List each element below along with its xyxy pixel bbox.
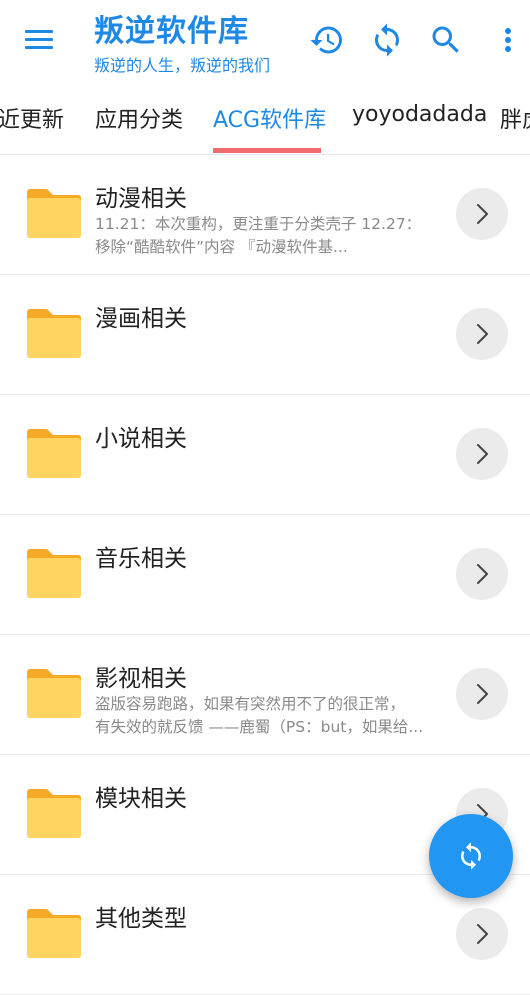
description-line: 11.21：本次重构，更注重于分类壳子 12.27：	[95, 215, 422, 233]
folder-icon	[26, 187, 82, 239]
refresh-button[interactable]	[369, 22, 405, 58]
more-vert-icon	[505, 28, 511, 52]
open-button[interactable]	[456, 188, 508, 240]
app-subtitle: 叛逆的人生，叛逆的我们	[94, 56, 271, 75]
description-line: 移除“酷酷软件”内容 『动漫软件基...	[95, 238, 348, 256]
list-item-title: 其他类型	[95, 906, 187, 932]
sync-icon	[461, 842, 481, 870]
active-tab-indicator	[213, 148, 321, 153]
chevron-right-icon	[477, 924, 488, 944]
app-bar: 叛逆软件库 叛逆的人生，叛逆的我们	[0, 0, 530, 82]
list-item-title: 漫画相关	[95, 306, 187, 332]
tab-recent-updates[interactable]: 近更新	[0, 102, 64, 134]
chevron-right-icon	[477, 324, 488, 344]
list-item-anime[interactable]: 动漫相关 11.21：本次重构，更注重于分类壳子 12.27： 移除“酷酷软件”…	[0, 155, 530, 275]
open-button[interactable]	[456, 548, 508, 600]
folder-icon	[26, 907, 82, 959]
search-icon	[432, 26, 459, 53]
list-item-comics[interactable]: 漫画相关	[0, 275, 530, 395]
tab-app-categories[interactable]: 应用分类	[95, 102, 183, 134]
list-item-title: 模块相关	[95, 786, 187, 812]
menu-icon-line	[25, 30, 53, 33]
refresh-fab[interactable]	[429, 814, 513, 898]
menu-icon-line	[25, 38, 53, 41]
open-button[interactable]	[456, 428, 508, 480]
folder-icon	[26, 307, 82, 359]
tab-acg-library[interactable]: ACG软件库	[213, 102, 326, 134]
tab-yoyodadada[interactable]: yoyodadada	[352, 102, 487, 127]
description-line: 有失效的就反馈 ——鹿蜀（PS：but，如果给...	[95, 718, 424, 736]
open-button[interactable]	[456, 668, 508, 720]
menu-icon-line	[25, 46, 53, 49]
open-button[interactable]	[456, 308, 508, 360]
list-item-title: 影视相关	[95, 666, 187, 692]
chevron-right-icon	[477, 444, 488, 464]
folder-icon	[26, 667, 82, 719]
list-item-title: 动漫相关	[95, 186, 187, 212]
chevron-right-icon	[477, 564, 488, 584]
search-button[interactable]	[428, 22, 464, 58]
list-item-music[interactable]: 音乐相关	[0, 515, 530, 635]
folder-icon	[26, 787, 82, 839]
list-item-description: 盗版容易跑路，如果有突然用不了的很正常， 有失效的就反馈 ——鹿蜀（PS：but…	[95, 693, 457, 739]
tab-panghu[interactable]: 胖虎	[500, 102, 530, 134]
open-button[interactable]	[456, 908, 508, 960]
category-tabs: 近更新 应用分类 ACG软件库 yoyodadada 胖虎	[0, 82, 530, 155]
folder-icon	[26, 427, 82, 479]
chevron-right-icon	[477, 684, 488, 704]
history-button[interactable]	[309, 22, 345, 58]
list-item-video[interactable]: 影视相关 盗版容易跑路，如果有突然用不了的很正常， 有失效的就反馈 ——鹿蜀（P…	[0, 635, 530, 755]
description-line: 盗版容易跑路，如果有突然用不了的很正常，	[95, 695, 406, 713]
app-title: 叛逆软件库	[94, 14, 249, 49]
chevron-right-icon	[477, 204, 488, 224]
more-options-button[interactable]	[490, 22, 526, 58]
menu-button[interactable]	[22, 24, 56, 56]
list-item-title: 小说相关	[95, 426, 187, 452]
list-item-description: 11.21：本次重构，更注重于分类壳子 12.27： 移除“酷酷软件”内容 『动…	[95, 213, 457, 259]
refresh-icon	[375, 23, 399, 57]
list-item-novels[interactable]: 小说相关	[0, 395, 530, 515]
history-icon	[310, 26, 342, 54]
folder-icon	[26, 547, 82, 599]
list-item-title: 音乐相关	[95, 546, 187, 572]
